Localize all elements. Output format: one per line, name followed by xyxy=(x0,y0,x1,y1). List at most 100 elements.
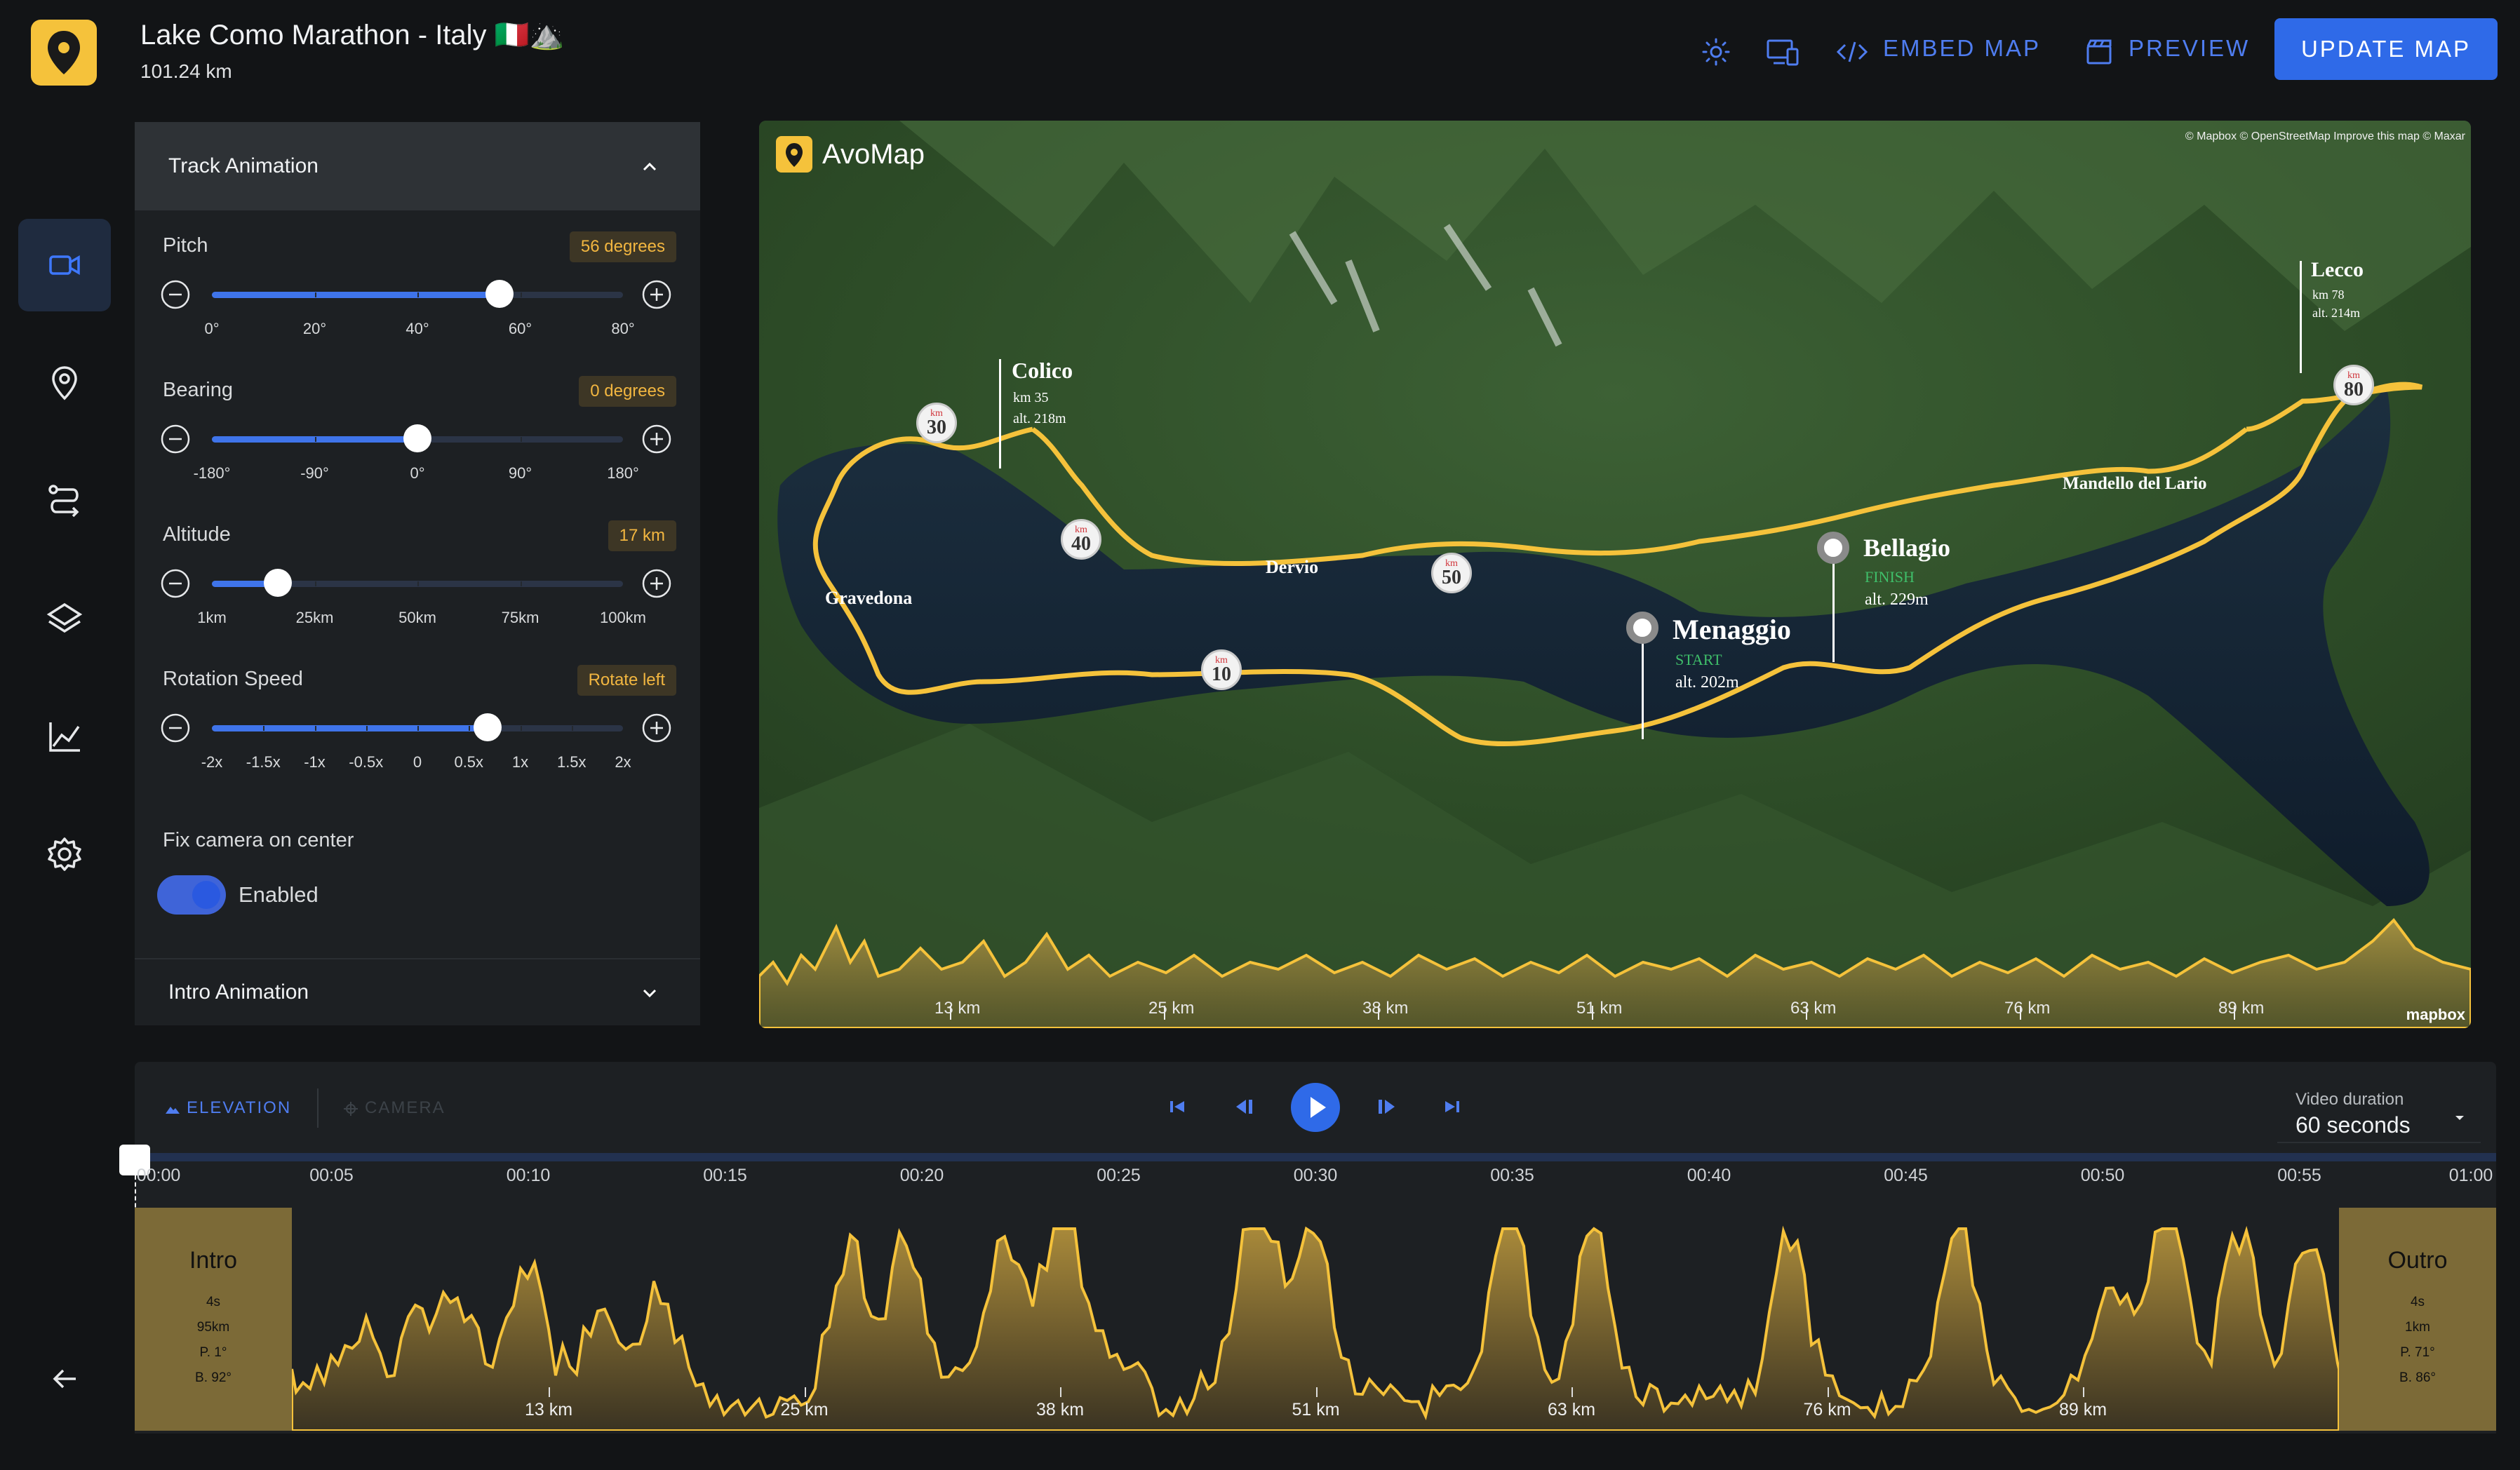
minus-icon[interactable] xyxy=(160,568,191,599)
control-slider[interactable] xyxy=(212,424,623,452)
video-duration-label: Video duration xyxy=(2296,1090,2404,1109)
nav-location[interactable] xyxy=(18,337,111,429)
elevation-label: 51 km xyxy=(1292,1400,1340,1420)
minus-icon[interactable] xyxy=(160,424,191,454)
map-axis-label: 51 km xyxy=(1576,999,1623,1018)
slider-tick-label: 60° xyxy=(508,320,532,337)
slider-knob[interactable] xyxy=(403,424,431,452)
nav-route[interactable] xyxy=(18,454,111,547)
timeline-panel: ELEVATION CAMERA Video duration 60 secon… xyxy=(119,1062,2496,1434)
sun-icon[interactable] xyxy=(1695,31,1737,73)
intro-segment[interactable]: Intro 4s 95km P. 1° B. 92° xyxy=(135,1208,292,1431)
slider-knob[interactable] xyxy=(263,569,292,597)
plus-icon[interactable] xyxy=(641,424,672,454)
km-marker-40[interactable]: km 40 xyxy=(1061,519,1101,560)
skip-end-icon[interactable] xyxy=(1440,1094,1465,1119)
video-duration-value: 60 seconds xyxy=(2296,1112,2411,1138)
elevation-label: 38 km xyxy=(1036,1400,1085,1420)
outro-altitude: 1km xyxy=(2405,1320,2430,1335)
elevation-label: 76 km xyxy=(1803,1400,1851,1420)
control-value-badge: 56 degrees xyxy=(569,231,676,262)
fix-camera-toggle[interactable] xyxy=(157,875,226,915)
track-animation-header[interactable]: Track Animation xyxy=(135,122,700,210)
control-slider[interactable] xyxy=(212,280,623,308)
tab-camera[interactable]: CAMERA xyxy=(342,1098,445,1118)
time-label: 00:35 xyxy=(1490,1166,1534,1185)
slider-tick-label: 180° xyxy=(607,464,639,482)
km-marker-10[interactable]: km 10 xyxy=(1201,649,1242,690)
slider-tick xyxy=(520,292,522,297)
tab-elevation-label: ELEVATION xyxy=(187,1098,292,1117)
plus-icon[interactable] xyxy=(641,279,672,310)
nav-chart[interactable] xyxy=(18,690,111,783)
slider-tick-label: 0 xyxy=(413,753,422,771)
bellagio-pin[interactable] xyxy=(1817,532,1849,564)
elevation-label: 63 km xyxy=(1547,1400,1596,1420)
skip-start-icon[interactable] xyxy=(1165,1094,1190,1119)
minus-icon[interactable] xyxy=(160,279,191,310)
time-label: 00:20 xyxy=(899,1166,944,1185)
minus-icon[interactable] xyxy=(160,713,191,743)
plus-icon[interactable] xyxy=(641,568,672,599)
update-map-button[interactable]: UPDATE MAP xyxy=(2274,18,2498,80)
control-value-badge: 17 km xyxy=(608,520,676,551)
control-slider[interactable] xyxy=(212,569,623,597)
intro-animation-header[interactable]: Intro Animation xyxy=(135,958,700,1025)
app-logo[interactable] xyxy=(31,20,97,86)
clapperboard-icon[interactable] xyxy=(2078,31,2120,73)
embed-map-link[interactable]: EMBED MAP xyxy=(1883,35,2041,62)
map-view[interactable]: AvoMap © Mapbox © OpenStreetMap Improve … xyxy=(759,121,2471,1028)
arrow-left-icon xyxy=(53,1369,76,1389)
step-back-icon[interactable] xyxy=(1231,1093,1259,1121)
toggle-label: Enabled xyxy=(239,882,319,907)
step-forward-icon[interactable] xyxy=(1372,1093,1400,1121)
devices-icon[interactable] xyxy=(1761,31,1803,73)
slider-tick-label: 0.5x xyxy=(454,753,484,771)
map-axis-label: 76 km xyxy=(2004,999,2051,1018)
slider-tick-label: -1x xyxy=(304,753,326,771)
slider-tick-label: -90° xyxy=(300,464,329,482)
slider-tick-label: 1km xyxy=(197,609,227,626)
place-bellagio-finish: FINISH xyxy=(1865,568,1915,586)
playback-track[interactable] xyxy=(135,1153,2496,1161)
elevation-tick xyxy=(549,1387,550,1397)
place-lecco: Lecco xyxy=(2311,258,2364,281)
outro-segment[interactable]: Outro 4s 1km P. 71° B. 86° xyxy=(2339,1208,2496,1431)
control-label: Pitch xyxy=(163,234,208,257)
time-label: 00:25 xyxy=(1097,1166,1141,1185)
colico-callout-line xyxy=(999,359,1001,468)
toggle-knob xyxy=(192,881,220,909)
elevation-tick xyxy=(804,1387,806,1397)
elevation-profile[interactable] xyxy=(135,1208,2496,1431)
menaggio-pin[interactable] xyxy=(1626,612,1658,644)
slider-knob[interactable] xyxy=(485,280,514,308)
km-marker-80[interactable]: km 80 xyxy=(2333,365,2374,405)
place-lecco-alt: alt. 214m xyxy=(2312,306,2360,320)
place-bellagio-alt: alt. 229m xyxy=(1865,591,1929,609)
place-bellagio: Bellagio xyxy=(1863,534,1950,562)
avomap-logo xyxy=(776,136,812,176)
km-value: 40 xyxy=(1071,533,1091,555)
layers-icon xyxy=(46,602,83,633)
km-value: 10 xyxy=(1212,663,1231,685)
nav-layers[interactable] xyxy=(18,572,111,665)
slider-tick-label: -1.5x xyxy=(246,753,281,771)
plus-icon[interactable] xyxy=(641,713,672,743)
nav-camera[interactable] xyxy=(18,219,111,311)
nav-settings[interactable] xyxy=(18,808,111,901)
tab-elevation[interactable]: ELEVATION xyxy=(164,1098,291,1118)
km-marker-50[interactable]: km 50 xyxy=(1431,553,1472,593)
map-attribution[interactable]: © Mapbox © OpenStreetMap Improve this ma… xyxy=(2185,130,2465,143)
km-marker-30[interactable]: km 30 xyxy=(916,403,957,443)
play-button[interactable] xyxy=(1291,1083,1340,1132)
km-value: 50 xyxy=(1442,567,1461,588)
video-duration-select[interactable]: Video duration 60 seconds xyxy=(2277,1077,2481,1143)
control-slider[interactable] xyxy=(212,713,623,741)
place-colico-km: km 35 xyxy=(1013,390,1049,405)
code-icon[interactable] xyxy=(1831,31,1873,73)
slider-knob[interactable] xyxy=(473,713,502,741)
settings-panel: Track Animation Pitch 56 degrees 0° 20° 40… xyxy=(135,122,700,1025)
preview-link[interactable]: PREVIEW xyxy=(2129,35,2250,62)
slider-tick xyxy=(520,581,522,586)
back-button[interactable] xyxy=(18,1333,111,1425)
